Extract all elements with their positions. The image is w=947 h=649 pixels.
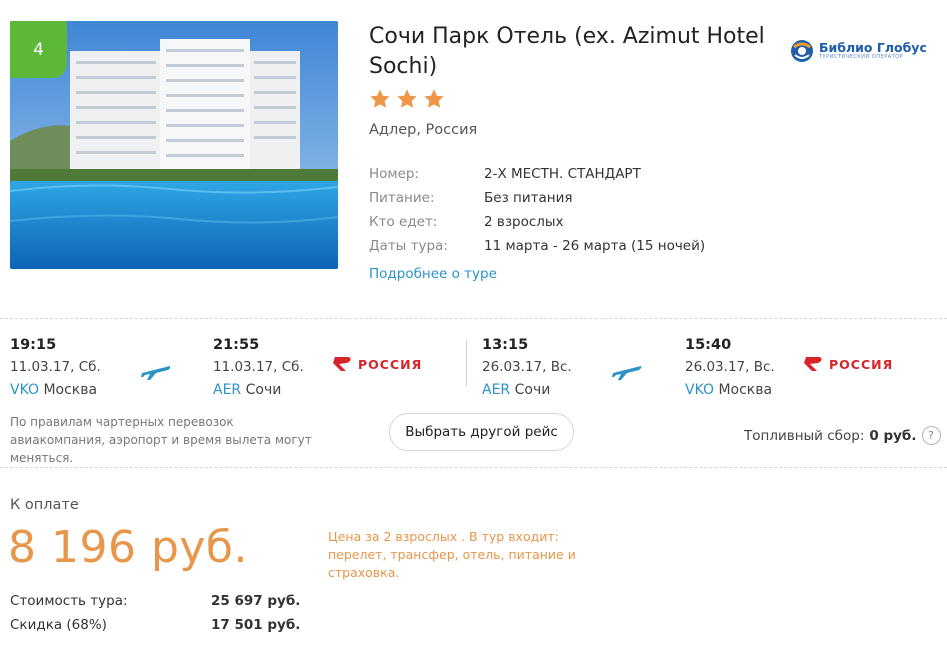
detail-row-travelers: Кто едет: 2 взрослых — [369, 210, 705, 234]
airline-logo-return: РОССИЯ — [804, 356, 893, 372]
tour-cost-value: 25 697 руб. — [211, 593, 301, 609]
detail-label: Даты тура: — [369, 238, 448, 254]
payment-label: К оплате — [10, 497, 79, 513]
hotel-title[interactable]: Сочи Парк Отель (ex. Azimut Hotel Sochi) — [369, 22, 789, 82]
operator-name: Библио Глобус — [819, 40, 927, 55]
fuel-surcharge: Топливный сбор: 0 руб. ? — [744, 426, 941, 445]
globe-logo-icon — [791, 40, 813, 62]
fuel-value: 0 руб. — [869, 427, 917, 444]
detail-value: Без питания — [484, 190, 573, 206]
airport-code: AER — [482, 382, 511, 398]
divider — [0, 467, 947, 468]
operator-logo: Библио Глобус ТУРИСТИЧЕСКИЙ ОПЕРАТОР — [789, 38, 927, 64]
detail-label: Номер: — [369, 166, 420, 182]
tour-cost-label: Стоимость тура: — [10, 593, 128, 609]
airline-name: РОССИЯ — [829, 356, 894, 372]
detail-value: 2-Х МЕСТН. СТАНДАРТ — [484, 166, 641, 182]
hotel-location: Адлер, Россия — [369, 122, 478, 138]
detail-value: 11 марта - 26 марта (15 ночей) — [484, 238, 706, 254]
help-icon[interactable]: ? — [921, 426, 941, 445]
detail-row-room: Номер: 2-Х МЕСТН. СТАНДАРТ — [369, 162, 705, 186]
outbound-arrive-time: 21:55 — [213, 337, 260, 353]
airport-city: Москва — [718, 382, 773, 398]
rank-badge: 4 — [10, 21, 67, 78]
detail-row-meals: Питание: Без питания — [369, 186, 705, 210]
price-note: Цена за 2 взрослых . В тур входит: перел… — [328, 529, 576, 580]
return-arrive-airport: VKO Москва — [685, 382, 772, 398]
star-icon — [424, 89, 444, 108]
airline-name: РОССИЯ — [358, 356, 423, 372]
detail-value: 2 взрослых — [484, 214, 564, 230]
return-depart-airport: AER Сочи — [482, 382, 550, 398]
airport-city: Сочи — [514, 382, 551, 398]
detail-row-dates: Даты тура: 11 марта - 26 марта (15 ночей… — [369, 234, 705, 258]
return-depart-date: 26.03.17, Вс. — [482, 359, 572, 375]
airport-city: Сочи — [245, 382, 282, 398]
return-depart-time: 13:15 — [482, 337, 529, 353]
fuel-label: Топливный сбор: — [744, 427, 865, 444]
airport-city: Москва — [43, 382, 98, 398]
discount-label: Скидка (68%) — [10, 617, 107, 633]
return-arrive-time: 15:40 — [685, 337, 732, 353]
airline-logo-outbound: РОССИЯ — [333, 356, 422, 372]
airport-code: AER — [213, 382, 242, 398]
plane-icon — [612, 366, 642, 380]
detail-label: Питание: — [369, 190, 435, 206]
return-arrive-date: 26.03.17, Вс. — [685, 359, 775, 375]
charter-note: По правилам чартерных перевозок авиакомп… — [10, 415, 312, 465]
outbound-depart-time: 19:15 — [10, 337, 57, 353]
detail-label: Кто едет: — [369, 214, 438, 230]
star-icon — [397, 89, 417, 108]
tour-details: Номер: 2-Х МЕСТН. СТАНДАРТ Питание: Без … — [369, 162, 705, 258]
operator-subtitle: ТУРИСТИЧЕСКИЙ ОПЕРАТОР — [819, 54, 904, 60]
star-rating — [369, 88, 445, 110]
star-icon — [370, 89, 390, 108]
airport-code: VKO — [10, 382, 40, 398]
flight-divider — [466, 340, 467, 386]
outbound-arrive-airport: AER Сочи — [213, 382, 281, 398]
airline-wing-icon — [333, 357, 351, 371]
airline-wing-icon — [804, 357, 822, 371]
divider — [0, 318, 947, 319]
tour-details-link[interactable]: Подробнее о туре — [369, 266, 497, 282]
outbound-arrive-date: 11.03.17, Сб. — [213, 359, 304, 375]
outbound-depart-airport: VKO Москва — [10, 382, 97, 398]
change-flight-button[interactable]: Выбрать другой рейс — [389, 413, 574, 451]
outbound-depart-date: 11.03.17, Сб. — [10, 359, 101, 375]
total-price: 8 196 руб. — [8, 522, 249, 573]
airport-code: VKO — [685, 382, 715, 398]
plane-icon — [141, 366, 171, 380]
discount-value: 17 501 руб. — [211, 617, 301, 633]
